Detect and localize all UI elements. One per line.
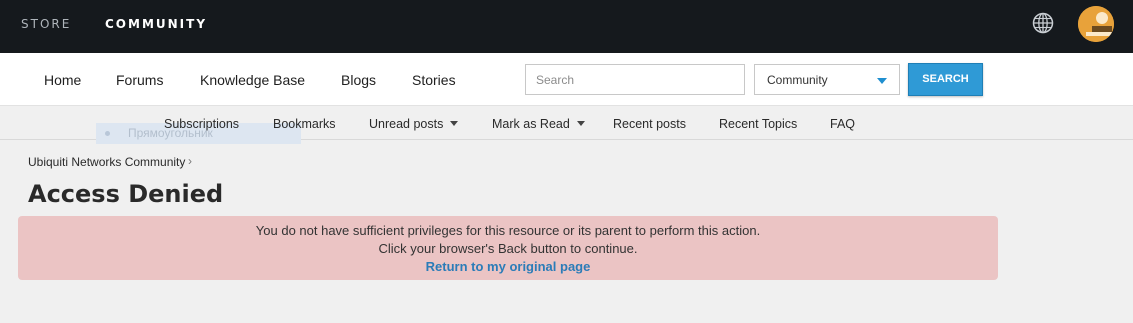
subnav-faq[interactable]: FAQ <box>830 117 855 131</box>
subnav-recent-topics[interactable]: Recent Topics <box>719 117 797 131</box>
avatar[interactable] <box>1078 6 1114 42</box>
bullet-icon <box>105 131 110 136</box>
subnav-recent-posts[interactable]: Recent posts <box>613 117 686 131</box>
top-bar: STORE COMMUNITY <box>0 0 1133 53</box>
caret-down-icon <box>450 121 459 126</box>
chevron-down-icon <box>877 78 887 84</box>
search-input[interactable] <box>525 64 745 95</box>
globe-icon[interactable] <box>1032 12 1054 34</box>
search-scope-select[interactable]: Community <box>754 64 900 95</box>
access-denied-alert: You do not have sufficient privileges fo… <box>18 216 998 280</box>
nav-blogs[interactable]: Blogs <box>341 72 376 88</box>
page-title: Access Denied <box>28 180 224 208</box>
nav-stories[interactable]: Stories <box>412 72 456 88</box>
chevron-right-icon: › <box>188 154 192 168</box>
search-button[interactable]: SEARCH <box>908 63 983 96</box>
return-link[interactable]: Return to my original page <box>18 259 998 274</box>
nav-knowledge-base[interactable]: Knowledge Base <box>200 72 305 88</box>
caret-down-icon <box>576 121 585 126</box>
subnav-mark-as-read[interactable]: Mark as Read <box>492 117 585 131</box>
topnav-community[interactable]: COMMUNITY <box>105 17 207 31</box>
nav-home[interactable]: Home <box>44 72 81 88</box>
main-nav: Home Forums Knowledge Base Blogs Stories… <box>0 53 1133 106</box>
subnav-unread-posts[interactable]: Unread posts <box>369 117 459 131</box>
sub-nav: Прямоугольник Subscriptions Bookmarks Un… <box>0 106 1133 144</box>
alert-message: You do not have sufficient privileges fo… <box>255 223 761 238</box>
nav-forums[interactable]: Forums <box>116 72 163 88</box>
alert-instruction: Click your browser's Back button to cont… <box>378 241 638 256</box>
breadcrumb[interactable]: Ubiquiti Networks Community <box>28 155 185 169</box>
subnav-unread-posts-label: Unread posts <box>369 117 444 131</box>
topnav-store[interactable]: STORE <box>21 17 71 31</box>
search-scope-value: Community <box>767 73 828 87</box>
avatar-image <box>1078 6 1114 42</box>
subnav-bookmarks[interactable]: Bookmarks <box>273 117 336 131</box>
subnav-subscriptions[interactable]: Subscriptions <box>164 117 239 131</box>
subnav-mark-as-read-label: Mark as Read <box>492 117 570 131</box>
